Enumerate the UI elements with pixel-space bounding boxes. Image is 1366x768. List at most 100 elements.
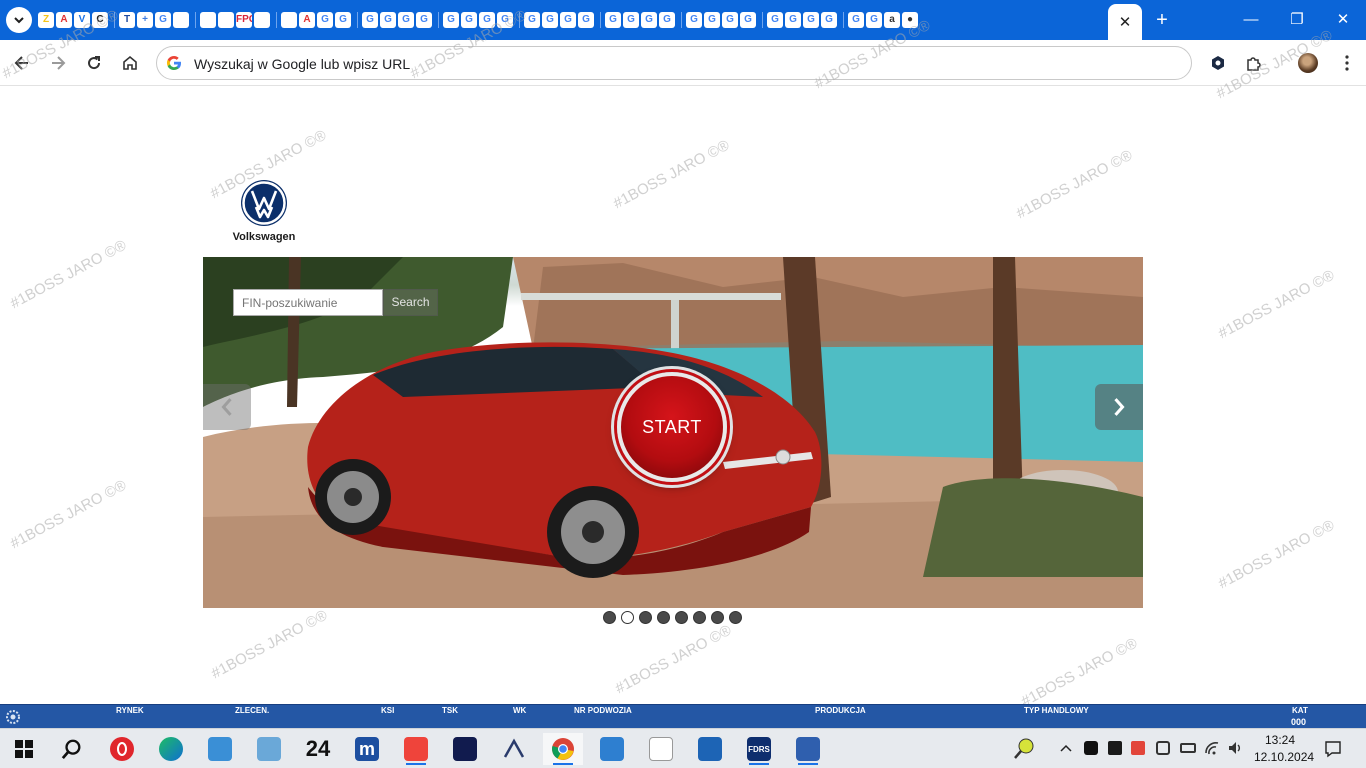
pinned-tab-favicon[interactable] bbox=[218, 12, 234, 28]
pinned-tab-favicon[interactable]: G bbox=[560, 12, 576, 28]
camera-icon[interactable] bbox=[1156, 741, 1170, 755]
carousel-dot[interactable] bbox=[711, 611, 724, 624]
ford-app[interactable] bbox=[445, 733, 485, 765]
pinned-tab-favicon[interactable]: G bbox=[317, 12, 333, 28]
pinned-tab-favicon[interactable]: + bbox=[137, 12, 153, 28]
pinned-tab-favicon[interactable]: C bbox=[92, 12, 108, 28]
fin-search-input[interactable] bbox=[233, 289, 383, 316]
pinned-tab-favicon[interactable]: G bbox=[461, 12, 477, 28]
pinned-tab-favicon[interactable]: A bbox=[299, 12, 315, 28]
shield-icon[interactable] bbox=[1108, 741, 1122, 755]
chevron-up-icon[interactable] bbox=[1060, 743, 1072, 753]
pinned-tab-favicon[interactable] bbox=[200, 12, 216, 28]
close-tab-icon[interactable]: ✕ bbox=[1119, 13, 1132, 31]
pinned-tab-favicon[interactable]: G bbox=[659, 12, 675, 28]
close-window-button[interactable]: ✕ bbox=[1328, 8, 1358, 32]
connector-app[interactable] bbox=[641, 733, 681, 765]
pinned-tab-favicon[interactable]: ● bbox=[902, 12, 918, 28]
pinned-tab-favicon[interactable]: G bbox=[578, 12, 594, 28]
pinned-tab-favicon[interactable]: G bbox=[785, 12, 801, 28]
pinned-tab-favicon[interactable] bbox=[281, 12, 297, 28]
fdrs-app[interactable]: FDRS bbox=[739, 733, 779, 765]
pinned-tab-favicon[interactable] bbox=[254, 12, 270, 28]
reload-button[interactable] bbox=[80, 49, 108, 77]
carousel-next-button[interactable] bbox=[1095, 384, 1143, 430]
pinned-tab-favicon[interactable]: G bbox=[623, 12, 639, 28]
remote-app[interactable] bbox=[592, 733, 632, 765]
anydesk-tray-icon[interactable] bbox=[1131, 741, 1145, 755]
carousel-dot[interactable] bbox=[729, 611, 742, 624]
pinned-tab-favicon[interactable]: FPG bbox=[236, 12, 252, 28]
carousel-dot[interactable] bbox=[603, 611, 616, 624]
taskbar-search-button[interactable] bbox=[52, 733, 92, 765]
pinned-tab-favicon[interactable]: G bbox=[524, 12, 540, 28]
app-24[interactable]: 24 bbox=[298, 733, 338, 765]
carousel-dot[interactable] bbox=[657, 611, 670, 624]
pinned-tab-favicon[interactable]: G bbox=[641, 12, 657, 28]
pinned-tab-favicon[interactable]: G bbox=[497, 12, 513, 28]
settings-gear-icon[interactable] bbox=[2, 708, 24, 726]
pinned-tab-favicon[interactable]: G bbox=[722, 12, 738, 28]
pinned-tab-favicon[interactable]: G bbox=[380, 12, 396, 28]
pinned-tab-favicon[interactable]: G bbox=[542, 12, 558, 28]
extension-button[interactable] bbox=[1205, 50, 1231, 76]
tab-search-button[interactable] bbox=[6, 7, 32, 33]
carousel-dot[interactable] bbox=[639, 611, 652, 624]
clock-time[interactable]: 13:24 bbox=[1265, 733, 1295, 747]
home-button[interactable] bbox=[116, 49, 144, 77]
pinned-tab-favicon[interactable] bbox=[173, 12, 189, 28]
pinned-tab-favicon[interactable]: G bbox=[803, 12, 819, 28]
laptop-app[interactable] bbox=[249, 733, 289, 765]
start-button[interactable]: START bbox=[617, 372, 727, 482]
carousel-dot[interactable] bbox=[693, 611, 706, 624]
racket-tray-icon[interactable] bbox=[1012, 737, 1036, 761]
a-app[interactable] bbox=[690, 733, 730, 765]
opera-app[interactable] bbox=[102, 733, 142, 765]
pinned-tab-favicon[interactable]: G bbox=[866, 12, 882, 28]
pinned-tab-favicon[interactable]: G bbox=[398, 12, 414, 28]
pinned-tab-favicon[interactable]: G bbox=[362, 12, 378, 28]
pinned-tab-favicon[interactable]: G bbox=[155, 12, 171, 28]
chrome-app[interactable] bbox=[543, 733, 583, 765]
app-m[interactable]: m bbox=[347, 733, 387, 765]
pinned-tab-favicon[interactable]: G bbox=[821, 12, 837, 28]
minimize-button[interactable]: — bbox=[1236, 8, 1266, 32]
pinned-tab-favicon[interactable]: G bbox=[443, 12, 459, 28]
pinned-tab-favicon[interactable]: T bbox=[119, 12, 135, 28]
pinned-tab-favicon[interactable]: V bbox=[74, 12, 90, 28]
anydesk-app[interactable] bbox=[396, 733, 436, 765]
pinned-tab-favicon[interactable]: Z bbox=[38, 12, 54, 28]
pinned-tab-favicon[interactable]: G bbox=[848, 12, 864, 28]
extensions-menu-button[interactable] bbox=[1241, 50, 1267, 76]
search-button[interactable]: Search bbox=[383, 289, 438, 316]
battery-icon[interactable] bbox=[1180, 743, 1196, 753]
carousel-dot[interactable] bbox=[621, 611, 634, 624]
address-bar[interactable]: Wyszukaj w Google lub wpisz URL bbox=[156, 46, 1192, 80]
pinned-tab-favicon[interactable]: G bbox=[479, 12, 495, 28]
tray-app-icon[interactable] bbox=[1084, 741, 1098, 755]
wifi-icon[interactable] bbox=[1204, 740, 1220, 756]
start-button[interactable] bbox=[4, 733, 44, 765]
ford-app-2[interactable] bbox=[788, 733, 828, 765]
active-tab[interactable]: ✕ bbox=[1108, 4, 1142, 40]
carousel-prev-button[interactable] bbox=[203, 384, 251, 430]
clock-date[interactable]: 12.10.2024 bbox=[1254, 750, 1314, 764]
back-button[interactable] bbox=[8, 49, 36, 77]
pinned-tab-favicon[interactable]: G bbox=[416, 12, 432, 28]
pinned-tab-favicon[interactable]: G bbox=[767, 12, 783, 28]
browser-menu-button[interactable] bbox=[1334, 50, 1360, 76]
control-panel-app[interactable] bbox=[200, 733, 240, 765]
edge-app[interactable] bbox=[151, 733, 191, 765]
notification-icon[interactable] bbox=[1324, 740, 1342, 758]
pinned-tab-favicon[interactable]: G bbox=[686, 12, 702, 28]
forward-button[interactable] bbox=[44, 49, 72, 77]
profile-button[interactable] bbox=[1295, 50, 1321, 76]
maximize-button[interactable]: ❐ bbox=[1282, 8, 1312, 32]
arrow-app[interactable] bbox=[494, 733, 534, 765]
pinned-tab-favicon[interactable]: G bbox=[740, 12, 756, 28]
pinned-tab-favicon[interactable]: A bbox=[56, 12, 72, 28]
pinned-tab-favicon[interactable]: a bbox=[884, 12, 900, 28]
volume-icon[interactable] bbox=[1227, 740, 1243, 756]
pinned-tab-favicon[interactable]: G bbox=[704, 12, 720, 28]
carousel-dot[interactable] bbox=[675, 611, 688, 624]
